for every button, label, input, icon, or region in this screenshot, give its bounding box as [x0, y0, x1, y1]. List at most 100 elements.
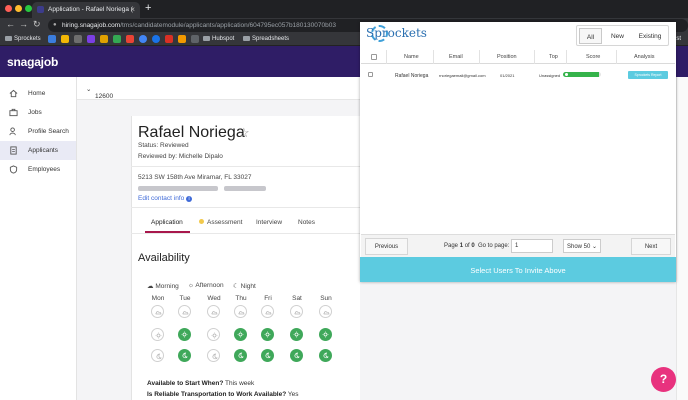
availability-slot [151, 328, 164, 341]
sidebar-item-applicants[interactable]: Applicants [0, 141, 76, 160]
forward-arrow-icon[interactable]: → [19, 19, 28, 29]
minimize-window-button[interactable] [15, 5, 22, 12]
bookmark-icon[interactable] [87, 35, 95, 43]
day-label-sun: Sun [320, 295, 332, 302]
row-checkbox[interactable] [368, 72, 373, 77]
sidebar-item-employees[interactable]: Employees [0, 160, 76, 179]
filter-existing-button[interactable]: Existing [633, 28, 667, 44]
reviewed-by: Reviewed by: Michelle Dipalo [138, 153, 223, 160]
select-all-checkbox[interactable] [371, 54, 377, 60]
availability-slot [319, 349, 332, 362]
availability-slot [290, 328, 303, 341]
back-arrow-icon[interactable]: ← [6, 19, 15, 29]
tab-assessment[interactable]: Assessment [199, 219, 242, 226]
bookmark-icon[interactable] [191, 35, 199, 43]
tab-application[interactable]: Application [151, 219, 183, 226]
table-header: Name Email Position Top Score Analysis [361, 50, 675, 64]
close-window-button[interactable] [5, 5, 12, 12]
previous-button[interactable]: Previous [365, 238, 408, 255]
legend-night: ☾ Night [233, 283, 256, 290]
sun-icon [155, 332, 162, 339]
sun-icon: ☼ [188, 282, 194, 289]
page-indicator: Page 1 of 0 [444, 243, 475, 249]
applicants-icon [10, 146, 17, 155]
person-search-icon [9, 127, 16, 136]
availability-slot [319, 328, 332, 341]
availability-slot [207, 349, 220, 362]
availability-slot [151, 349, 164, 362]
bookmark-icon[interactable] [178, 35, 186, 43]
sprockets-panel: Sprockets All New Existing Name Email Po… [360, 22, 676, 282]
bookmark-icon[interactable] [165, 35, 173, 43]
bookmark-icon[interactable] [74, 35, 82, 43]
sun-icon [322, 331, 329, 338]
tab-notes[interactable]: Notes [298, 219, 315, 226]
bookmark-sprockets[interactable]: Sprockets [5, 36, 41, 42]
sun-icon [211, 332, 218, 339]
next-button[interactable]: Next [631, 238, 671, 255]
cloud-icon [155, 311, 162, 315]
goto-page-input[interactable]: 1 [511, 239, 553, 253]
star-icon[interactable]: ☆ [238, 125, 250, 141]
sprockets-report-button[interactable]: Sprockets Report [628, 71, 668, 79]
sidebar-item-jobs[interactable]: Jobs [0, 103, 76, 122]
availability-slot [234, 305, 247, 318]
availability-slot [261, 305, 274, 318]
new-tab-button[interactable]: + [145, 2, 151, 14]
zoom-window-button[interactable] [25, 5, 32, 12]
reload-icon[interactable]: ↻ [33, 19, 41, 30]
pending-dot-icon [199, 219, 204, 224]
moon-icon [238, 352, 244, 359]
sidebar-item-home[interactable]: Home [0, 84, 76, 103]
bookmark-hubspot[interactable]: Hubspot [203, 36, 234, 42]
pagination: Previous Page 1 of 0 Go to page: 1 Show … [361, 234, 675, 258]
briefcase-icon [9, 108, 18, 117]
sun-icon [264, 331, 271, 338]
page-size-select[interactable]: Show 50 ⌄ [563, 239, 601, 253]
snagajob-logo[interactable]: snagajob [7, 55, 58, 69]
tab-close-icon[interactable]: × [130, 5, 135, 14]
row-position: 01/2021 [500, 73, 515, 78]
availability-slot [290, 349, 303, 362]
filter-group: All New Existing [576, 25, 669, 46]
score-knob [564, 72, 569, 77]
filter-new-button[interactable]: New [604, 28, 631, 44]
applicant-status: Status: Reviewed [138, 142, 189, 149]
bookmark-icon[interactable] [126, 35, 134, 43]
availability-slot [261, 349, 274, 362]
redacted-email [138, 186, 218, 191]
location-selector[interactable]: 12600 W Sunrise Blvd... ⌄ [77, 77, 360, 121]
sidebar: Home Jobs Profile Search Applicants Empl… [0, 77, 77, 400]
bookmark-spreadsheets[interactable]: Spreadsheets [243, 36, 289, 42]
right-panel-strip [676, 77, 688, 400]
bookmark-icon[interactable] [139, 35, 147, 43]
availability-slot [290, 305, 303, 318]
moon-icon: ☾ [233, 283, 239, 290]
divider [131, 233, 360, 234]
filter-all-button[interactable]: All [579, 28, 602, 44]
tab-interview[interactable]: Interview [256, 219, 282, 226]
applicant-name: Rafael Noriega [138, 124, 245, 141]
row-top: Unassigned [539, 73, 561, 78]
help-button[interactable]: ? [651, 367, 676, 392]
bookmark-icon[interactable] [152, 35, 160, 43]
availability-slot [319, 305, 332, 318]
cloud-icon [211, 311, 218, 315]
employees-icon [9, 165, 18, 174]
bookmark-icon[interactable] [61, 35, 69, 43]
cloud-icon [265, 311, 272, 315]
bookmark-icon[interactable] [100, 35, 108, 43]
col-score: Score [586, 54, 601, 60]
invite-users-button[interactable]: Select Users To Invite Above [360, 257, 676, 282]
bookmark-icon[interactable] [48, 35, 56, 43]
moon-icon [323, 352, 329, 359]
edit-contact-link[interactable]: Edit contact info i [138, 195, 193, 202]
start-question: Available to Start When? This week [147, 380, 255, 387]
bookmark-icon[interactable] [113, 35, 121, 43]
browser-tab[interactable]: Application - Rafael Noriega ( × [32, 2, 140, 18]
moon-icon [294, 352, 300, 359]
tab-title: Application - Rafael Noriega ( [48, 6, 133, 13]
availability-slot [234, 328, 247, 341]
sidebar-item-profile-search[interactable]: Profile Search [0, 122, 76, 141]
day-label-mon: Mon [151, 295, 165, 302]
